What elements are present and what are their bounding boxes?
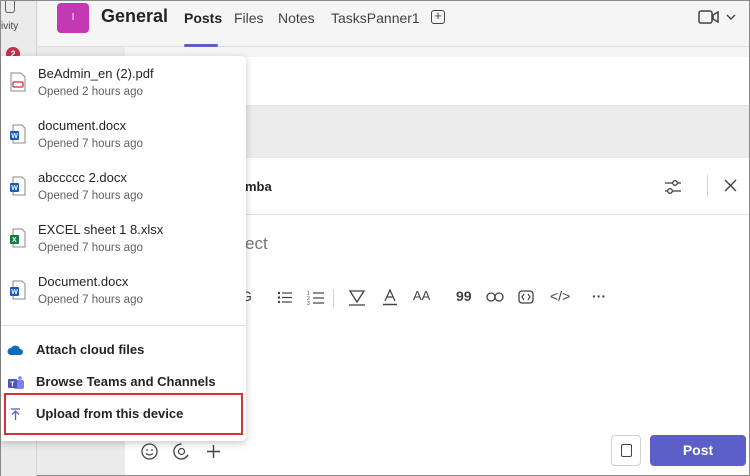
channel-title: General bbox=[101, 6, 169, 26]
word-file-icon: W bbox=[10, 124, 26, 144]
code-icon[interactable]: </> bbox=[550, 288, 570, 304]
file-name: abccccc 2.docx bbox=[38, 170, 127, 185]
recent-file-item[interactable]: W document.docx Opened 7 hours ago bbox=[1, 112, 246, 164]
upload-highlight-box bbox=[4, 393, 243, 435]
file-name: document.docx bbox=[38, 118, 127, 133]
sticker-icon[interactable] bbox=[173, 443, 190, 460]
video-camera-icon[interactable] bbox=[698, 10, 720, 24]
file-name: Document.docx bbox=[38, 274, 129, 289]
font-color-icon[interactable] bbox=[382, 289, 398, 306]
add-tab-icon[interactable]: + bbox=[431, 9, 445, 24]
link-icon[interactable] bbox=[486, 292, 504, 302]
subject-input[interactable]: ect bbox=[245, 234, 268, 254]
svg-text:X: X bbox=[12, 237, 17, 244]
tab-posts[interactable]: Posts bbox=[184, 10, 222, 26]
rail-activity-label[interactable]: ivity bbox=[1, 21, 18, 32]
file-opened-time: Opened 7 hours ago bbox=[38, 138, 143, 150]
menu-divider bbox=[1, 325, 246, 326]
action-label: Browse Teams and Channels bbox=[36, 374, 216, 389]
recent-file-item[interactable]: W Document.docx Opened 7 hours ago bbox=[1, 268, 246, 320]
emoji-icon[interactable] bbox=[141, 443, 158, 460]
team-avatar[interactable]: I bbox=[57, 3, 89, 33]
bullet-list-icon[interactable] bbox=[277, 291, 293, 304]
more-options-icon[interactable]: ··· bbox=[592, 288, 606, 304]
recent-file-item[interactable]: W abccccc 2.docx Opened 7 hours ago bbox=[1, 164, 246, 216]
chevron-down-icon[interactable] bbox=[726, 13, 736, 21]
quote-icon[interactable]: 99 bbox=[456, 288, 472, 304]
note-icon bbox=[621, 444, 632, 457]
file-opened-time: Opened 2 hours ago bbox=[38, 86, 143, 98]
word-file-icon: W bbox=[10, 280, 26, 300]
attach-cloud-files-item[interactable]: Attach cloud files bbox=[1, 335, 246, 365]
svg-text:W: W bbox=[11, 185, 18, 192]
teams-icon: T bbox=[8, 376, 24, 389]
file-opened-time: Opened 7 hours ago bbox=[38, 190, 143, 202]
file-name: EXCEL sheet 1 8.xlsx bbox=[38, 222, 164, 237]
file-opened-time: Opened 7 hours ago bbox=[38, 294, 143, 306]
attach-menu: BeAdmin_en (2).pdf Opened 2 hours ago W … bbox=[1, 56, 246, 441]
recent-file-item[interactable]: BeAdmin_en (2).pdf Opened 2 hours ago bbox=[1, 60, 246, 112]
font-size-icon[interactable]: AA bbox=[413, 288, 430, 303]
file-opened-time: Opened 7 hours ago bbox=[38, 242, 143, 254]
highlight-icon[interactable] bbox=[348, 289, 366, 306]
recent-file-item[interactable]: X EXCEL sheet 1 8.xlsx Opened 7 hours ag… bbox=[1, 216, 246, 268]
schedule-note-button[interactable] bbox=[611, 435, 641, 466]
pdf-file-icon bbox=[10, 72, 26, 92]
post-button[interactable]: Post bbox=[650, 435, 746, 466]
svg-text:3: 3 bbox=[307, 301, 310, 305]
svg-text:W: W bbox=[11, 289, 18, 296]
plus-icon[interactable] bbox=[206, 444, 221, 459]
svg-text:W: W bbox=[11, 133, 18, 140]
compose-author-name: mba bbox=[245, 179, 272, 194]
channel-header: I General Posts Files Notes TasksPanner1… bbox=[38, 1, 749, 47]
word-file-icon: W bbox=[10, 176, 26, 196]
filter-settings-icon[interactable] bbox=[664, 179, 682, 195]
tab-notes[interactable]: Notes bbox=[278, 10, 315, 26]
header-divider bbox=[707, 175, 708, 197]
onedrive-cloud-icon bbox=[7, 345, 23, 355]
svg-text:T: T bbox=[10, 381, 15, 388]
toolbar-divider bbox=[333, 289, 334, 307]
activity-icon[interactable] bbox=[5, 1, 15, 13]
tab-taskspanner1[interactable]: TasksPanner1 bbox=[331, 10, 420, 26]
action-label: Attach cloud files bbox=[36, 342, 145, 357]
tab-files[interactable]: Files bbox=[234, 10, 264, 26]
file-name: BeAdmin_en (2).pdf bbox=[38, 66, 154, 81]
close-icon[interactable] bbox=[724, 179, 737, 192]
code-snippet-icon[interactable] bbox=[518, 290, 534, 304]
numbered-list-icon[interactable]: 1 2 3 bbox=[307, 290, 325, 305]
excel-file-icon: X bbox=[10, 228, 26, 248]
